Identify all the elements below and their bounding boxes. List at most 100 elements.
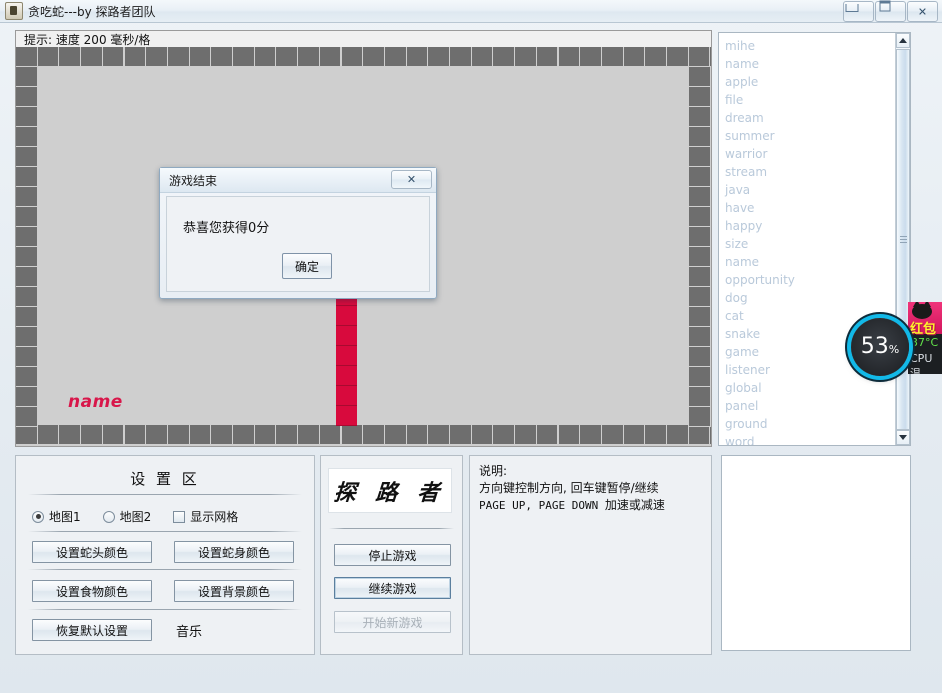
window-controls: ✕: [842, 0, 938, 22]
instructions-keys-desc: 加速或减速: [604, 498, 665, 512]
wall-cell: [406, 47, 429, 67]
wall-cell: [167, 425, 190, 445]
scroll-down-button[interactable]: [896, 430, 910, 445]
wall-cell: [689, 167, 711, 187]
empty-output-panel[interactable]: [721, 455, 911, 651]
minimize-button[interactable]: [843, 1, 874, 22]
hongbao-label: 红包: [910, 322, 937, 337]
wall-cell: [710, 47, 711, 67]
list-item[interactable]: dream: [725, 109, 895, 127]
radio-map1[interactable]: 地图1: [32, 508, 81, 525]
list-item[interactable]: name: [725, 55, 895, 73]
wall-cell: [645, 425, 667, 445]
wall-cell: [16, 367, 38, 387]
wall-cell: [102, 425, 125, 445]
wall-cell: [471, 47, 494, 67]
instructions-panel: 说明: 方向键控制方向, 回车键暂停/继续 PAGE UP, PAGE DOWN…: [469, 455, 712, 655]
word-list-panel[interactable]: mihe name apple file dream summer warrior strea…: [718, 32, 911, 446]
scroll-up-button[interactable]: [896, 33, 910, 48]
dialog-ok-button[interactable]: 确定: [282, 253, 332, 279]
list-item[interactable]: word: [725, 433, 895, 445]
java-app-icon: [5, 2, 23, 20]
instructions-heading: 说明:: [479, 464, 508, 478]
list-item[interactable]: happy: [725, 217, 895, 235]
wall-cell: [601, 47, 624, 67]
restore-defaults-button[interactable]: 恢复默认设置: [32, 619, 152, 641]
list-item[interactable]: java: [725, 181, 895, 199]
wall-cell: [319, 47, 342, 67]
wall-cell: [233, 47, 255, 67]
wall-cell: [558, 47, 581, 67]
snake-body-segment: [336, 366, 357, 386]
list-item[interactable]: warrior: [725, 145, 895, 163]
list-item[interactable]: apple: [725, 73, 895, 91]
wall-cell: [689, 367, 711, 387]
divider: [28, 569, 302, 570]
list-item[interactable]: panel: [725, 397, 895, 415]
wall-cell: [667, 425, 689, 445]
dialog-close-button[interactable]: ✕: [391, 170, 432, 189]
wall-cell: [146, 425, 168, 445]
map-selection-row: 地图1 地图2 显示网格: [32, 508, 238, 525]
set-body-color-button[interactable]: 设置蛇身颜色: [174, 541, 294, 563]
wall-cell: [689, 267, 711, 287]
list-item[interactable]: mihe: [725, 37, 895, 55]
list-item[interactable]: dog: [725, 289, 895, 307]
list-item[interactable]: opportunity: [725, 271, 895, 289]
wall-cell: [689, 347, 711, 367]
desktop-side-widget[interactable]: 红包 37°C CPU温: [908, 302, 942, 374]
radio-map2[interactable]: 地图2: [102, 508, 151, 525]
cpu-usage-widget[interactable]: 53 %: [851, 318, 909, 376]
wall-cell: [16, 307, 38, 327]
wall-cell: [341, 425, 364, 445]
continue-game-button[interactable]: 继续游戏: [334, 577, 451, 599]
maximize-button[interactable]: [875, 0, 906, 22]
wall-cell: [276, 47, 299, 67]
word-list-scrollbar[interactable]: [895, 33, 910, 445]
wall-cell: [16, 67, 38, 87]
wall-cell: [689, 287, 711, 307]
hongbao-banner[interactable]: 红包: [908, 302, 942, 337]
list-item[interactable]: global: [725, 379, 895, 397]
wall-cell: [319, 425, 342, 445]
wall-cell: [16, 107, 38, 127]
application-window: 贪吃蛇---by 探路者团队 ✕ 提示: 速度 200 毫秒/格 name 游戏…: [0, 0, 942, 693]
list-item[interactable]: file: [725, 91, 895, 109]
wall-cell: [211, 425, 233, 445]
window-title: 贪吃蛇---by 探路者团队: [28, 4, 156, 19]
list-item[interactable]: size: [725, 235, 895, 253]
list-item[interactable]: ground: [725, 415, 895, 433]
wall-cell: [515, 425, 537, 445]
wall-cell: [689, 187, 711, 207]
set-background-color-button[interactable]: 设置背景颜色: [174, 580, 294, 602]
pathfinder-logo: 探 路 者: [333, 479, 447, 506]
game-board[interactable]: name 游戏结束 ✕ 恭喜您获得0分 确定: [15, 47, 712, 447]
list-item[interactable]: stream: [725, 163, 895, 181]
word-list[interactable]: mihe name apple file dream summer warrior strea…: [719, 33, 895, 445]
wall-cell: [689, 307, 711, 327]
wall-cell: [580, 47, 602, 67]
wall-cell: [189, 425, 212, 445]
cpu-usage-value: 53: [860, 334, 889, 359]
wall-cell: [298, 47, 320, 67]
stop-game-button[interactable]: 停止游戏: [334, 544, 451, 566]
set-food-color-button[interactable]: 设置食物颜色: [32, 580, 152, 602]
instructions-line-2: PAGE UP, PAGE DOWN 加速或减速: [479, 497, 711, 514]
start-new-game-button[interactable]: 开始新游戏: [334, 611, 451, 633]
snake-body-segment: [336, 306, 357, 326]
checkbox-show-grid[interactable]: 显示网格: [173, 508, 238, 525]
wall-cell: [645, 47, 667, 67]
close-button[interactable]: ✕: [907, 1, 938, 22]
divider: [28, 609, 302, 610]
wall-cell: [363, 425, 385, 445]
set-head-color-button[interactable]: 设置蛇头颜色: [32, 541, 152, 563]
settings-title: 设 置 区: [130, 470, 200, 488]
checkbox-icon: [173, 510, 186, 523]
wall-cell: [59, 47, 82, 67]
divider: [28, 494, 302, 495]
list-item[interactable]: summer: [725, 127, 895, 145]
list-item[interactable]: have: [725, 199, 895, 217]
list-item[interactable]: name: [725, 253, 895, 271]
wall-cell: [493, 47, 516, 67]
wall-cell: [37, 47, 60, 67]
